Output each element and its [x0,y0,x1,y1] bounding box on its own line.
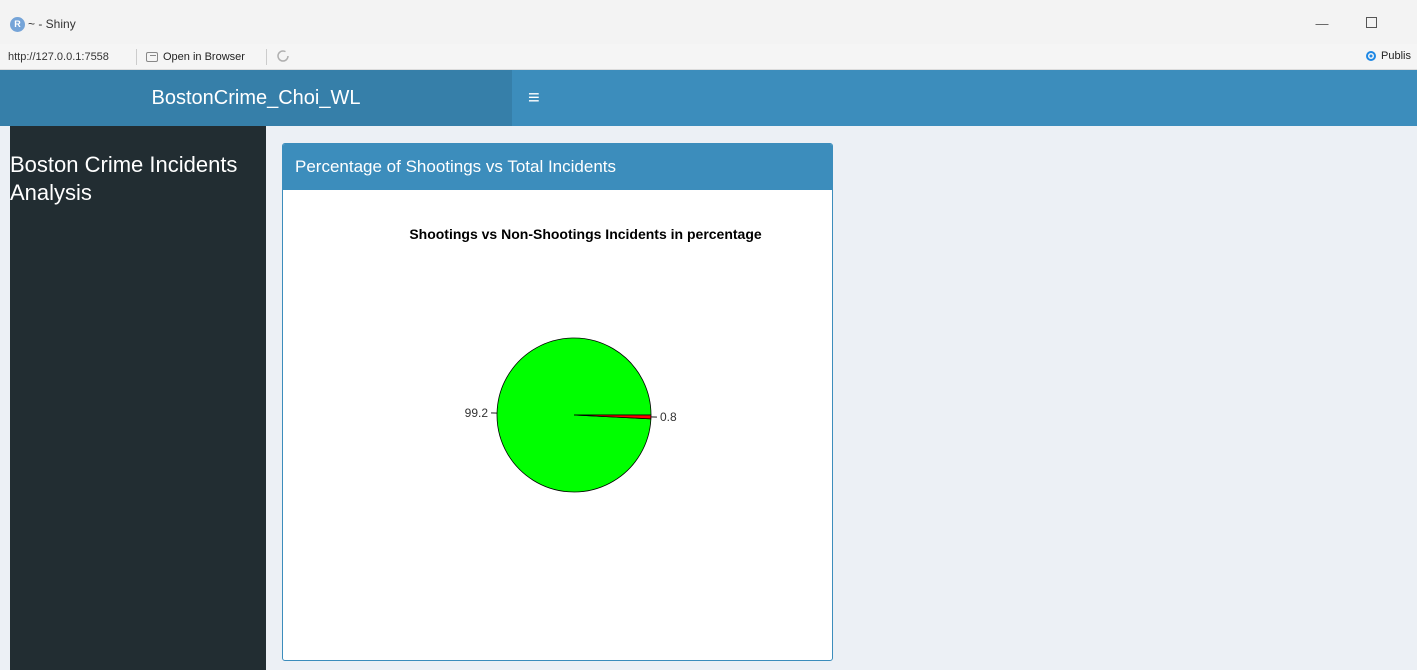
open-window-icon [146,52,158,62]
refresh-icon[interactable] [276,49,290,63]
toolbar-divider [266,49,267,65]
pie-slice-label: 99.2 [465,406,489,420]
chart-box: Percentage of Shootings vs Total Inciden… [282,143,833,661]
pie-slice-label: 0.8 [660,410,677,424]
open-in-browser-label: Open in Browser [163,51,245,63]
window-titlebar [0,0,1417,44]
sidebar: Boston Crime Incidents Analysis [10,126,266,670]
publish-icon [1364,50,1378,62]
url-address[interactable]: http://127.0.0.1:7558 [8,51,109,63]
window-title: ~ - Shiny [28,17,76,31]
sidebar-title: Boston Crime Incidents Analysis [10,152,238,205]
page-edge [0,126,10,670]
app-logo[interactable]: BostonCrime_Choi_WL [0,70,512,126]
viewer-toolbar: http://127.0.0.1:7558 Open in Browser Pu… [0,44,1417,70]
sidebar-toggle-icon[interactable]: ≡ [528,70,540,126]
toolbar-divider [136,49,137,65]
pie-chart: 99.2 0.8 [465,337,677,493]
top-navbar: ≡ [512,70,1417,126]
maximize-icon[interactable] [1366,17,1377,28]
open-in-browser-button[interactable]: Open in Browser [146,49,245,65]
box-title: Percentage of Shootings vs Total Inciden… [283,144,832,190]
pie-chart-plot: Shootings vs Non-Shootings Incidents in … [283,190,832,660]
publish-button[interactable]: Publis [1364,50,1411,62]
minimize-icon[interactable]: — [1313,14,1331,34]
publish-label: Publis [1381,50,1411,62]
r-app-icon: R [10,17,25,32]
